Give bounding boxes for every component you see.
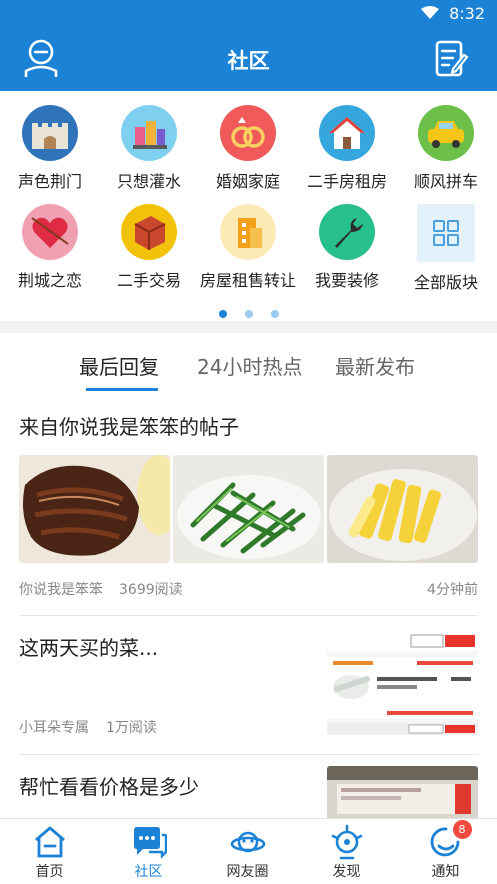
castle-icon xyxy=(22,105,78,161)
building-icon xyxy=(220,204,276,260)
post-view-count: 3699阅读 xyxy=(119,582,183,598)
page-dot-active[interactable] xyxy=(218,310,227,318)
nav-discover[interactable]: 发现 xyxy=(297,819,396,884)
heart-icon xyxy=(22,204,78,260)
post-image-order-screenshot[interactable] xyxy=(327,627,478,735)
category-label: 婚姻家庭 xyxy=(215,172,280,191)
category-woyao-zhuangxiu[interactable]: 我要装修 xyxy=(298,192,396,290)
wifi-icon xyxy=(421,6,439,19)
category-label: 房屋租售转让 xyxy=(199,271,296,290)
notification-icon: 8 xyxy=(428,820,472,860)
tab-24h-hot[interactable]: 24小时热点 xyxy=(197,351,302,380)
nav-label: 通知 xyxy=(431,864,460,880)
category-shunfeng-pinche[interactable]: 顺风拼车 xyxy=(397,93,495,191)
nav-label: 社区 xyxy=(134,864,163,880)
post-author[interactable]: 你说我是笨笨 xyxy=(19,579,103,599)
city-icon xyxy=(121,105,177,161)
app-bar: 社区 xyxy=(0,27,497,91)
category-label: 声色荆门 xyxy=(17,172,82,191)
category-label: 我要装修 xyxy=(314,271,379,290)
tab-latest-reply[interactable]: 最后回复 xyxy=(79,351,159,380)
category-label: 二手交易 xyxy=(116,271,181,290)
page-title: 社区 xyxy=(227,49,270,73)
status-time: 8:32 xyxy=(449,4,485,23)
category-label: 顺风拼车 xyxy=(413,172,478,191)
page-dot[interactable] xyxy=(270,310,279,318)
category-hunyin-jiating[interactable]: 婚姻家庭 xyxy=(199,93,297,191)
section-divider xyxy=(0,321,497,333)
post-feed: 来自你说我是笨笨的帖子 你说我是笨笨 3699阅读 4分钟前 这两天买的菜...… xyxy=(0,393,497,818)
grid-icon xyxy=(417,204,475,262)
category-label: 只想灌水 xyxy=(116,172,181,191)
status-bar: 8:32 xyxy=(0,0,497,27)
nav-label: 发现 xyxy=(332,864,361,880)
post-image-greens[interactable] xyxy=(173,455,324,563)
post-author[interactable]: 小耳朵专属 xyxy=(19,717,89,737)
discover-icon xyxy=(329,824,365,860)
nav-notifications[interactable]: 8 通知 xyxy=(396,819,495,884)
page-dot[interactable] xyxy=(244,310,253,318)
nav-label: 网友圈 xyxy=(226,864,269,880)
notification-badge: 8 xyxy=(452,820,472,839)
category-shengse-jingmen[interactable]: 声色荆门 xyxy=(1,93,99,191)
nav-label: 首页 xyxy=(35,864,64,880)
box-icon xyxy=(121,204,177,260)
post-image-potatoes[interactable] xyxy=(327,455,478,563)
category-ershoufang-zufang[interactable]: 二手房租房 xyxy=(298,93,396,191)
car-icon xyxy=(418,105,474,161)
nav-friends-circle[interactable]: 网友圈 xyxy=(198,819,297,884)
post-title[interactable]: 来自你说我是笨笨的帖子 xyxy=(19,411,239,440)
home-icon xyxy=(32,824,68,860)
nav-community[interactable]: 社区 xyxy=(99,819,198,884)
post-view-count: 1万阅读 xyxy=(106,720,157,736)
post-image-braised-pork[interactable] xyxy=(19,455,170,563)
feed-tabs: 最后回复 24小时热点 最新发布 xyxy=(0,333,497,393)
active-tab-indicator xyxy=(86,388,158,391)
category-all-boards[interactable]: 全部版块 xyxy=(397,192,495,292)
category-label: 荆城之恋 xyxy=(17,271,82,290)
compose-post-icon[interactable] xyxy=(435,39,469,79)
category-fangwu-zushou[interactable]: 房屋租售转让 xyxy=(199,192,297,290)
post-title[interactable]: 帮忙看看价格是多少 xyxy=(19,771,199,800)
category-ershou-jiaoyi[interactable]: 二手交易 xyxy=(100,192,198,290)
category-label: 二手房租房 xyxy=(306,172,387,191)
post-title[interactable]: 这两天买的菜... xyxy=(19,632,158,661)
page-indicator xyxy=(0,303,497,322)
nav-home[interactable]: 首页 xyxy=(0,819,99,884)
bottom-nav: 首页 社区 网友圈 发现 8 通知 xyxy=(0,818,497,883)
planet-icon xyxy=(230,824,266,860)
post-time: 4分钟前 xyxy=(427,582,478,598)
rings-icon xyxy=(220,105,276,161)
divider xyxy=(19,754,478,755)
house-icon xyxy=(319,105,375,161)
category-grid: 声色荆门 只想灌水 婚姻家庭 二手房租房 顺风拼车 荆城之恋 二手交易 房屋租售… xyxy=(0,91,497,321)
wrench-icon xyxy=(319,204,375,260)
divider xyxy=(19,615,478,616)
category-zhixiang-guanshui[interactable]: 只想灌水 xyxy=(100,93,198,191)
post-image-price-tag[interactable] xyxy=(327,766,478,818)
category-label: 全部版块 xyxy=(413,273,478,292)
tab-newest[interactable]: 最新发布 xyxy=(335,351,415,380)
community-icon xyxy=(131,824,167,860)
category-jingcheng-zhilian[interactable]: 荆城之恋 xyxy=(1,192,99,290)
